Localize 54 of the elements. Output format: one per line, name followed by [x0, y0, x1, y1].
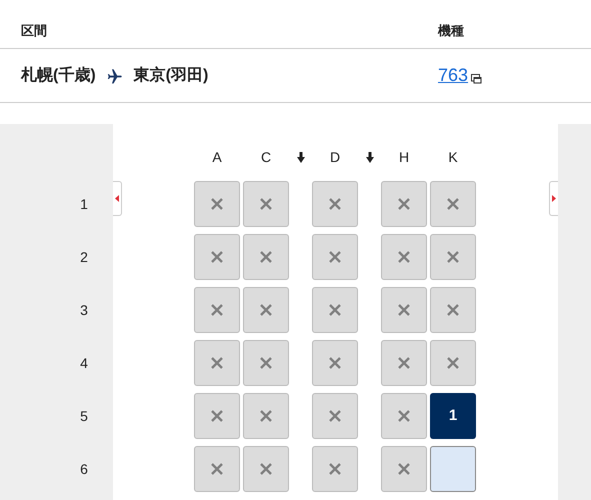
cross-icon: [446, 356, 460, 370]
down-arrow-icon: [366, 152, 374, 162]
cross-icon: [446, 303, 460, 317]
cross-icon: [446, 197, 460, 211]
row-number: 1: [79, 194, 89, 214]
right-triangle-icon: [552, 195, 556, 202]
cross-icon: [259, 356, 273, 370]
seat-column-label: C: [260, 148, 272, 166]
cross-icon: [328, 303, 342, 317]
row-number: 4: [79, 354, 89, 372]
available-seat[interactable]: [430, 446, 476, 492]
scroll-right-button[interactable]: [549, 181, 558, 216]
seat-column-label: A: [211, 148, 223, 166]
cross-icon: [328, 462, 342, 476]
aircraft-header: 機種: [438, 22, 464, 40]
cross-icon: [397, 197, 411, 211]
cross-icon: [397, 356, 411, 370]
cross-icon: [397, 303, 411, 317]
cross-icon: [210, 197, 224, 211]
seat-column-label: D: [328, 148, 342, 166]
cross-icon: [259, 409, 273, 423]
cross-icon: [259, 197, 273, 211]
cross-icon: [210, 462, 224, 476]
airplane-icon: [106, 66, 124, 84]
cross-icon: [397, 409, 411, 423]
scroll-left-button[interactable]: [113, 181, 122, 216]
cross-icon: [397, 462, 411, 476]
cross-icon: [397, 250, 411, 264]
seat-column-label: H: [398, 148, 410, 166]
arrival-airport: 東京(羽田): [134, 65, 208, 86]
cross-icon: [259, 250, 273, 264]
down-arrow-icon: [296, 152, 304, 162]
cross-icon: [259, 462, 273, 476]
cross-icon: [210, 303, 224, 317]
seat-column-label: K: [447, 148, 459, 166]
cross-icon: [210, 356, 224, 370]
aircraft-link[interactable]: 763: [438, 62, 468, 89]
cross-icon: [328, 409, 342, 423]
departure-airport: 札幌(千歳): [21, 65, 96, 86]
row-number: 5: [79, 406, 89, 426]
section-header: 区間: [21, 22, 48, 40]
left-triangle-icon: [115, 195, 119, 202]
row-number: 2: [79, 248, 89, 266]
cross-icon: [328, 250, 342, 264]
cross-icon: [259, 303, 273, 317]
cross-icon: [328, 356, 342, 370]
cross-icon: [210, 250, 224, 264]
row-number: 6: [79, 460, 89, 478]
cross-icon: [328, 197, 342, 211]
selected-seat[interactable]: 1: [430, 393, 476, 439]
new-window-icon: [471, 74, 482, 84]
cross-icon: [210, 409, 224, 423]
cross-icon: [446, 250, 460, 264]
row-number: 3: [79, 300, 89, 320]
